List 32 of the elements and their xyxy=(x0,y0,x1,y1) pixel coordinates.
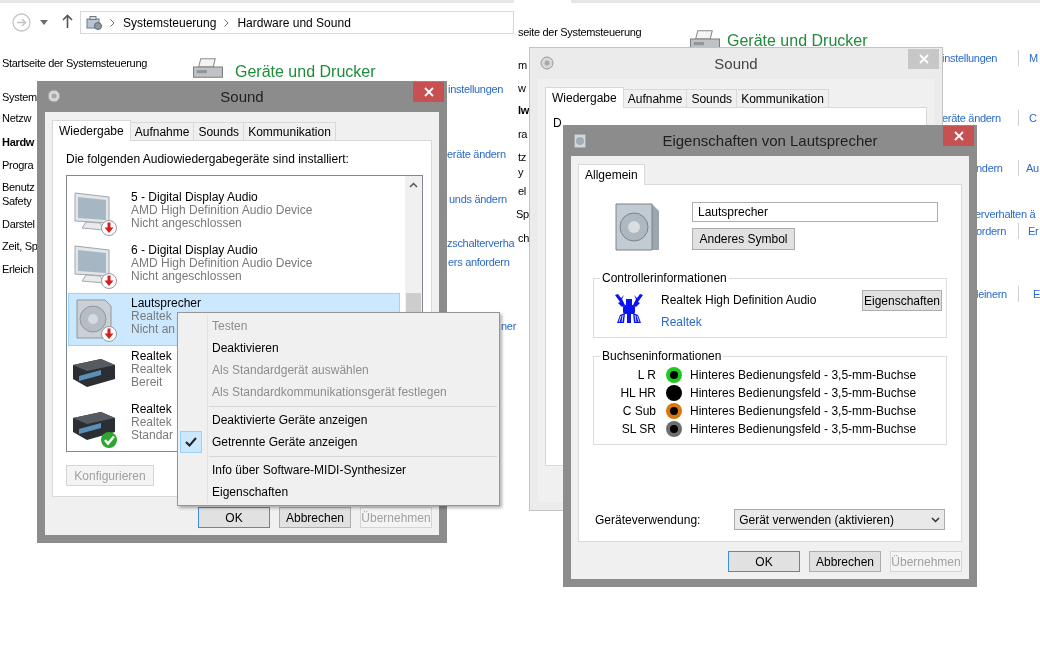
channel-label: C Sub xyxy=(621,404,656,418)
window-title: Sound xyxy=(714,54,758,73)
group-title: Buchseninformationen xyxy=(600,349,724,363)
device-status: Bereit xyxy=(131,376,163,389)
device-status: Standar xyxy=(131,429,174,442)
jack-location: Hinteres Bedienungsfeld - 3,5-mm-Buchse xyxy=(690,404,917,418)
device-driver: Realtek xyxy=(131,363,172,376)
channel-label: L R xyxy=(636,368,656,382)
channel-label: HL HR xyxy=(619,386,656,400)
device-name: Lautsprecher xyxy=(131,297,202,310)
device-driver: Realtek xyxy=(131,310,172,323)
jack-location: Hinteres Bedienungsfeld - 3,5-mm-Buchse xyxy=(690,386,917,400)
device-name: 5 - Digital Display Audio xyxy=(131,191,258,204)
device-status: Nicht an xyxy=(131,323,176,336)
device-status: Nicht angeschlossen xyxy=(131,270,242,283)
jack-location: Hinteres Bedienungsfeld - 3,5-mm-Buchse xyxy=(690,422,917,436)
usage-label: Geräteverwendung: xyxy=(595,512,702,527)
group-title: Controllerinformationen xyxy=(600,271,729,285)
device-name: Realtek xyxy=(131,403,172,416)
jack-location: Hinteres Bedienungsfeld - 3,5-mm-Buchse xyxy=(690,368,917,382)
device-driver: AMD High Definition Audio Device xyxy=(131,204,313,217)
window-title: Sound xyxy=(220,87,264,106)
device-name: 6 - Digital Display Audio xyxy=(131,244,258,257)
device-status: Nicht angeschlossen xyxy=(131,217,242,230)
device-driver: AMD High Definition Audio Device xyxy=(131,257,313,270)
device-driver: Realtek xyxy=(131,416,172,429)
list-caption: Die folgenden Audiowiedergabegeräte sind installiert: xyxy=(66,152,349,166)
controller-name: Realtek High Definition Audio xyxy=(661,293,817,307)
channel-label: SL SR xyxy=(620,422,656,436)
window-title: Eigenschaften von Lautsprecher xyxy=(662,131,878,150)
device-name: Realtek xyxy=(131,350,172,363)
list-caption: D xyxy=(553,116,562,130)
